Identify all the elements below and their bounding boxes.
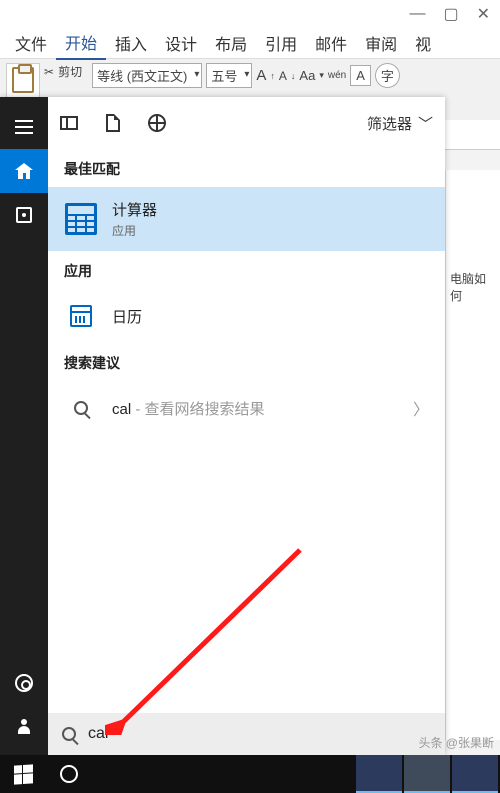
tab-references[interactable]: 引用 (256, 27, 306, 59)
calendar-icon (64, 299, 98, 333)
app-result-calendar[interactable]: 日历 (48, 289, 445, 343)
tab-file[interactable]: 文件 (6, 27, 56, 59)
tab-design[interactable]: 设计 (156, 27, 206, 59)
char-border-button[interactable]: A (350, 65, 371, 86)
cortana-search-box[interactable] (48, 713, 445, 755)
calculator-icon (64, 202, 98, 236)
section-apps: 应用 (48, 251, 445, 289)
cut-button[interactable]: ✂ 剪切 (44, 63, 82, 80)
windows-taskbar (0, 755, 500, 793)
font-name-select[interactable]: 等线 (西文正文)▾ (92, 63, 202, 88)
chevron-right-icon: 〉 (413, 396, 429, 420)
scope-documents-tab[interactable] (106, 114, 120, 132)
result-title: 日历 (112, 306, 142, 327)
best-match-calculator[interactable]: 计算器 应用 (48, 187, 445, 251)
rail-home-button[interactable] (0, 149, 48, 193)
grow-font-button[interactable]: A (256, 67, 266, 84)
taskbar-running-apps (356, 755, 500, 793)
clock-icon (16, 207, 32, 223)
apps-icon (60, 116, 78, 130)
watermark: 头条 @张果断 (418, 734, 494, 751)
tab-view[interactable]: 视 (406, 27, 440, 59)
taskbar-app-1[interactable] (356, 755, 402, 793)
suggestion-query: cal (112, 401, 131, 418)
font-size-select[interactable]: 五号▾ (206, 63, 252, 88)
windows-logo-icon (14, 764, 33, 784)
enclose-char-button[interactable]: 字 (375, 63, 400, 88)
shrink-font-button[interactable]: A (279, 69, 287, 83)
rail-settings-button[interactable] (0, 661, 48, 705)
search-input[interactable] (88, 725, 431, 743)
search-icon (62, 727, 76, 741)
scope-apps-tab[interactable] (60, 116, 78, 130)
people-icon (15, 719, 33, 735)
hamburger-icon (15, 120, 33, 134)
filter-dropdown[interactable]: 筛选器 ﹀ (367, 113, 433, 134)
start-rail (0, 97, 48, 755)
tab-review[interactable]: 审阅 (356, 27, 406, 59)
section-suggestions: 搜索建议 (48, 343, 445, 381)
tab-insert[interactable]: 插入 (106, 27, 156, 59)
window-minimize-button[interactable]: — (409, 5, 425, 23)
word-ribbon-tabs: 文件 开始 插入 设计 布局 引用 邮件 审阅 视 (0, 28, 500, 58)
window-close-button[interactable]: ✕ (477, 4, 490, 24)
scope-web-tab[interactable] (148, 114, 166, 132)
font-group: 等线 (西文正文)▾ 五号▾ A↑ A↓ Aa▾ wén A 字 (92, 63, 400, 88)
document-text: 电脑如何 (450, 272, 486, 303)
scissors-icon: ✂ (44, 65, 54, 79)
tab-layout[interactable]: 布局 (206, 27, 256, 59)
word-titlebar: — ▢ ✕ (0, 0, 500, 28)
search-icon (64, 391, 98, 425)
word-document-area: 电脑如何 (445, 170, 500, 740)
tab-mailings[interactable]: 邮件 (306, 27, 356, 59)
search-results-main: 筛选器 ﹀ 最佳匹配 计算器 应用 应用 日历 搜索建议 cal - 查看网络搜… (48, 97, 445, 755)
cut-label: 剪切 (58, 63, 82, 80)
suggestion-desc: - 查看网络搜索结果 (131, 401, 264, 418)
section-best-match: 最佳匹配 (48, 149, 445, 187)
start-button[interactable] (0, 755, 46, 793)
rail-menu-button[interactable] (0, 105, 48, 149)
rail-feedback-button[interactable] (0, 705, 48, 749)
result-title: 计算器 (112, 199, 157, 220)
globe-icon (148, 114, 166, 132)
filter-label: 筛选器 (367, 113, 412, 134)
tab-home[interactable]: 开始 (56, 26, 106, 60)
web-suggestion-cal[interactable]: cal - 查看网络搜索结果 〉 (48, 381, 445, 435)
document-icon (106, 114, 120, 132)
change-case-button[interactable]: Aa (299, 68, 315, 83)
cortana-search-panel: 筛选器 ﹀ 最佳匹配 计算器 应用 应用 日历 搜索建议 cal - 查看网络搜… (0, 97, 445, 755)
result-subtitle: 应用 (112, 222, 157, 239)
taskbar-app-3[interactable] (452, 755, 498, 793)
search-scope-tabs: 筛选器 ﹀ (48, 97, 445, 149)
window-maximize-button[interactable]: ▢ (443, 4, 458, 24)
chevron-down-icon: ﹀ (418, 113, 433, 134)
cortana-button[interactable] (46, 755, 92, 793)
gear-icon (15, 674, 33, 692)
home-icon (15, 163, 33, 179)
cortana-circle-icon (60, 765, 78, 783)
taskbar-app-2[interactable] (404, 755, 450, 793)
rail-recent-button[interactable] (0, 193, 48, 237)
phonetic-guide-button[interactable]: wén (328, 70, 346, 81)
